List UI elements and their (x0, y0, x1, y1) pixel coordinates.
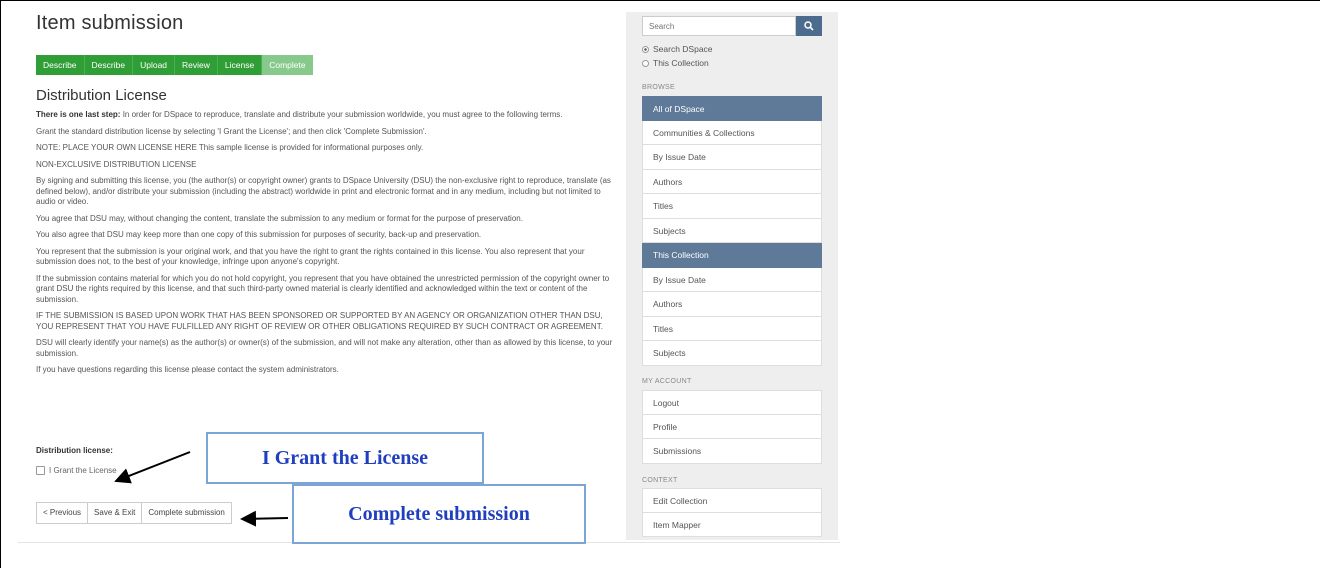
scope-search-dspace[interactable]: Search DSpace (642, 44, 713, 54)
license-paragraph: NOTE: PLACE YOUR OWN LICENSE HERE This s… (36, 143, 424, 152)
logout-link[interactable]: Logout (642, 390, 822, 415)
license-paragraph: If the submission contains material for … (36, 273, 610, 304)
distribution-license-label: Distribution license: (36, 446, 113, 455)
browse-by-issue-date[interactable]: By Issue Date (642, 145, 822, 170)
license-paragraph: You represent that the submission is you… (36, 246, 585, 267)
item-mapper-link[interactable]: Item Mapper (642, 512, 822, 537)
scope-this-collection[interactable]: This Collection (642, 58, 709, 68)
license-paragraph: DSU will clearly identify your name(s) a… (36, 338, 613, 358)
collection-authors[interactable]: Authors (642, 292, 822, 317)
collection-subjects[interactable]: Subjects (642, 341, 822, 366)
step-license[interactable]: License (217, 55, 263, 75)
scope-label: This Collection (653, 58, 709, 68)
browse-authors[interactable]: Authors (642, 169, 822, 194)
step-describe-2[interactable]: Describe (84, 55, 134, 75)
context-heading: CONTEXT (642, 477, 678, 484)
page-title: Item submission (36, 12, 184, 34)
license-paragraph: NON-EXCLUSIVE DISTRIBUTION LICENSE (36, 159, 197, 169)
step-describe-1[interactable]: Describe (36, 55, 85, 75)
browse-all-menu: All of DSpace Communities & Collections … (642, 96, 822, 366)
browse-subjects[interactable]: Subjects (642, 218, 822, 243)
grant-license-checkbox[interactable] (36, 466, 45, 475)
grant-license-label: I Grant the License (49, 466, 117, 475)
collection-by-issue-date[interactable]: By Issue Date (642, 267, 822, 292)
previous-button[interactable]: < Previous (36, 502, 89, 524)
submissions-link[interactable]: Submissions (642, 439, 822, 464)
license-intro: There is one last step: In order for DSp… (36, 110, 616, 121)
account-menu: Logout Profile Submissions (642, 390, 822, 464)
sidebar: Search DSpace This Collection BROWSE All… (626, 12, 838, 540)
license-paragraph: By signing and submitting this license, … (36, 176, 611, 206)
license-paragraph: You agree that DSU may, without changing… (36, 213, 523, 223)
license-intro-bold: There is one last step: (36, 110, 121, 119)
context-menu: Edit Collection Item Mapper (642, 488, 822, 537)
search-box (642, 16, 822, 36)
grant-license-checkbox-row[interactable]: I Grant the License (36, 466, 117, 475)
license-heading: Distribution License (36, 87, 167, 104)
license-paragraph: IF THE SUBMISSION IS BASED UPON WORK THA… (36, 311, 603, 331)
license-paragraph: Grant the standard distribution license … (36, 126, 427, 136)
step-upload[interactable]: Upload (133, 55, 176, 75)
profile-link[interactable]: Profile (642, 414, 822, 439)
license-paragraph: You also agree that DSU may keep more th… (36, 230, 482, 239)
radio-this-collection[interactable] (642, 59, 649, 67)
search-input[interactable] (642, 16, 796, 36)
browse-titles[interactable]: Titles (642, 194, 822, 219)
complete-submission-button[interactable]: Complete submission (141, 502, 232, 524)
search-icon (804, 21, 814, 31)
browse-all-header[interactable]: All of DSpace (642, 96, 822, 121)
submission-button-group: < Previous Save & Exit Complete submissi… (36, 502, 232, 524)
collection-titles[interactable]: Titles (642, 316, 822, 341)
callout-complete-submission: Complete submission (292, 484, 586, 544)
license-intro-text: In order for DSpace to reproduce, transl… (120, 110, 563, 119)
browse-communities-collections[interactable]: Communities & Collections (642, 120, 822, 145)
search-button[interactable] (796, 16, 822, 36)
edit-collection-link[interactable]: Edit Collection (642, 488, 822, 513)
scope-label: Search DSpace (653, 44, 713, 54)
browse-heading: BROWSE (642, 84, 675, 91)
save-exit-button[interactable]: Save & Exit (87, 502, 143, 524)
license-paragraph: If you have questions regarding this lic… (36, 365, 339, 374)
license-section: Distribution License There is one last s… (36, 87, 616, 382)
callout-grant-license: I Grant the License (206, 432, 484, 484)
browse-collection-header[interactable]: This Collection (642, 243, 822, 268)
submission-progress-steps: Describe Describe Upload Review License … (36, 55, 313, 75)
step-complete[interactable]: Complete (262, 55, 313, 75)
my-account-heading: MY ACCOUNT (642, 378, 692, 385)
radio-search-dspace[interactable] (642, 45, 649, 53)
step-review[interactable]: Review (175, 55, 218, 75)
